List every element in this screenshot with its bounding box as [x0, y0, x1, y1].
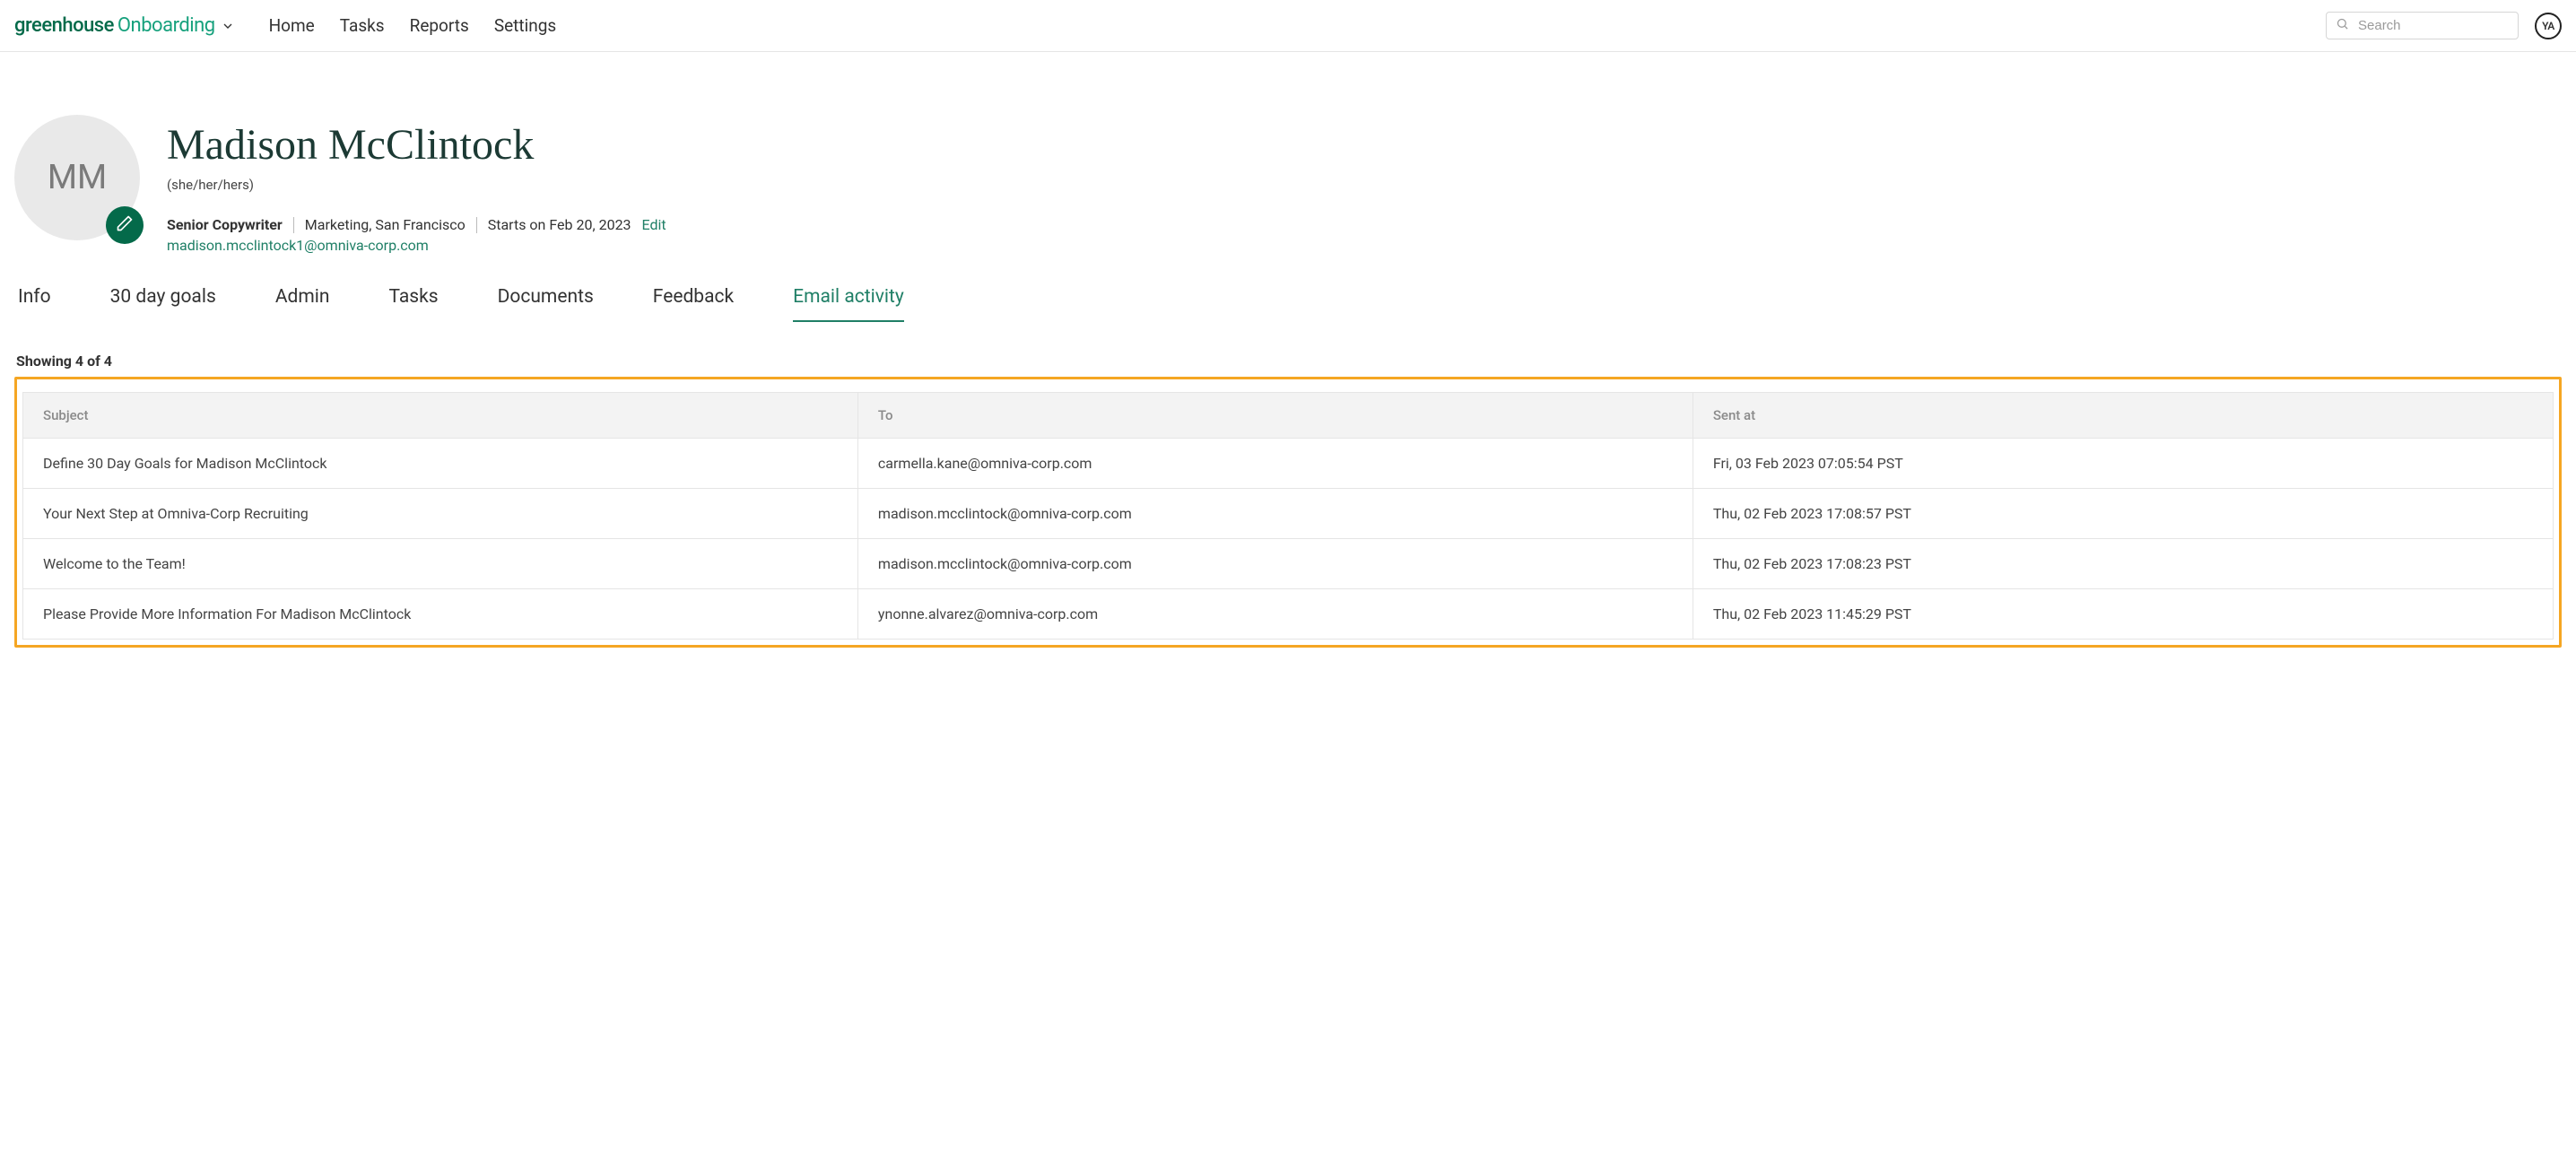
- profile-tabs: Info 30 day goals Admin Tasks Documents …: [14, 286, 2562, 322]
- nav-home[interactable]: Home: [269, 15, 315, 36]
- table-row[interactable]: Welcome to the Team!madison.mcclintock@o…: [23, 539, 2554, 589]
- nav-reports[interactable]: Reports: [410, 15, 469, 36]
- logo-word-brand: greenhouse: [14, 14, 114, 37]
- profile-dept-loc: Marketing, San Francisco: [305, 216, 466, 233]
- divider: [293, 217, 294, 233]
- cell-subject: Please Provide More Information For Madi…: [23, 589, 858, 640]
- col-sent-at[interactable]: Sent at: [1693, 393, 2553, 439]
- profile-avatar-initials: MM: [48, 158, 107, 197]
- chevron-down-icon[interactable]: [221, 19, 235, 33]
- pencil-icon: [116, 214, 134, 236]
- cell-subject: Welcome to the Team!: [23, 539, 858, 589]
- cell-sent: Thu, 02 Feb 2023 17:08:57 PST: [1693, 489, 2553, 539]
- search-input[interactable]: [2358, 18, 2509, 33]
- cell-to: madison.mcclintock@omniva-corp.com: [857, 539, 1693, 589]
- profile-email[interactable]: madison.mcclintock1@omniva-corp.com: [167, 237, 666, 254]
- table-row[interactable]: Define 30 Day Goals for Madison McClinto…: [23, 439, 2554, 489]
- result-count: Showing 4 of 4: [14, 352, 2562, 370]
- cell-sent: Fri, 03 Feb 2023 07:05:54 PST: [1693, 439, 2553, 489]
- search-icon: [2336, 17, 2349, 34]
- user-initials: YA: [2542, 20, 2554, 32]
- profile-name: Madison McClintock: [167, 120, 666, 170]
- cell-sent: Thu, 02 Feb 2023 17:08:23 PST: [1693, 539, 2553, 589]
- email-activity-table: Subject To Sent at Define 30 Day Goals f…: [22, 392, 2554, 640]
- tab-email-activity[interactable]: Email activity: [793, 286, 904, 322]
- tab-info[interactable]: Info: [18, 286, 51, 322]
- col-subject[interactable]: Subject: [23, 393, 858, 439]
- edit-start-link[interactable]: Edit: [642, 216, 666, 233]
- profile-header: MM Madison McClintock (she/her/hers) Sen…: [14, 115, 2562, 254]
- topbar: greenhouse Onboarding Home Tasks Reports…: [0, 0, 2576, 52]
- brand-logo[interactable]: greenhouse Onboarding: [14, 14, 235, 37]
- nav-tasks[interactable]: Tasks: [340, 15, 385, 36]
- main-nav: Home Tasks Reports Settings: [269, 15, 557, 36]
- email-activity-table-frame: Subject To Sent at Define 30 Day Goals f…: [14, 377, 2562, 648]
- tab-documents[interactable]: Documents: [498, 286, 594, 322]
- tab-admin[interactable]: Admin: [275, 286, 330, 322]
- divider: [476, 217, 477, 233]
- cell-subject: Define 30 Day Goals for Madison McClinto…: [23, 439, 858, 489]
- profile-title: Senior Copywriter: [167, 216, 283, 233]
- tab-30-day-goals[interactable]: 30 day goals: [110, 286, 216, 322]
- profile-start-date: Starts on Feb 20, 2023: [488, 216, 631, 233]
- tab-feedback[interactable]: Feedback: [653, 286, 734, 322]
- nav-settings[interactable]: Settings: [494, 15, 556, 36]
- cell-to: carmella.kane@omniva-corp.com: [857, 439, 1693, 489]
- cell-subject: Your Next Step at Omniva-Corp Recruiting: [23, 489, 858, 539]
- table-row[interactable]: Please Provide More Information For Madi…: [23, 589, 2554, 640]
- cell-to: madison.mcclintock@omniva-corp.com: [857, 489, 1693, 539]
- tab-tasks[interactable]: Tasks: [388, 286, 438, 322]
- edit-avatar-button[interactable]: [106, 206, 144, 244]
- col-to[interactable]: To: [857, 393, 1693, 439]
- cell-to: ynonne.alvarez@omniva-corp.com: [857, 589, 1693, 640]
- cell-sent: Thu, 02 Feb 2023 11:45:29 PST: [1693, 589, 2553, 640]
- logo-word-product: Onboarding: [117, 14, 215, 37]
- profile-pronouns: (she/her/hers): [167, 177, 666, 193]
- search-box[interactable]: [2326, 12, 2519, 39]
- table-row[interactable]: Your Next Step at Omniva-Corp Recruiting…: [23, 489, 2554, 539]
- user-avatar[interactable]: YA: [2535, 13, 2562, 39]
